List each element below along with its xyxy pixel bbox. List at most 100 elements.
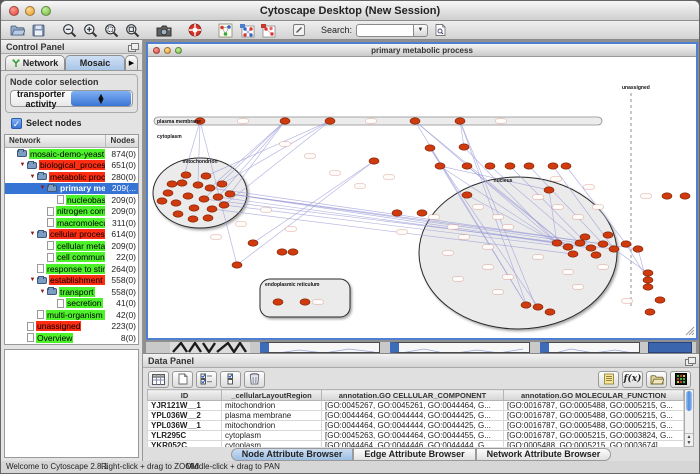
tree-row[interactable]: nitrogen compou209(0)	[5, 206, 138, 218]
tree-row[interactable]: Overview8(0)	[5, 332, 138, 344]
tree-expander-icon[interactable]: ▼	[28, 231, 37, 237]
tree-row[interactable]: secretion41(0)	[5, 298, 138, 310]
tree-column-nodes[interactable]: Nodes	[106, 135, 138, 147]
network-node[interactable]	[552, 240, 562, 246]
network-node[interactable]	[173, 211, 183, 217]
network-node[interactable]	[300, 299, 310, 305]
snapshot-icon[interactable]	[155, 22, 172, 38]
select-attributes-icon[interactable]	[196, 371, 217, 388]
delete-attribute-icon[interactable]	[244, 371, 265, 388]
tree-row[interactable]: unassigned223(0)	[5, 321, 138, 333]
network-node[interactable]	[643, 270, 653, 276]
network-node[interactable]	[417, 210, 427, 216]
network-node[interactable]	[609, 246, 619, 252]
table-cell[interactable]: [GO:0044464, GO:0044444, GO:0044425, G..…	[322, 411, 504, 421]
network-node[interactable]	[544, 187, 554, 193]
tab-node-attribute-browser[interactable]: Node Attribute Browser	[231, 448, 354, 461]
table-cell[interactable]: YJR121W__1	[148, 401, 222, 411]
table-cell[interactable]: [GO:0045267, GO:0045261, GO:0044464, G..…	[322, 401, 504, 411]
network-node[interactable]	[177, 180, 187, 186]
col-region[interactable]: _cellularLayoutRegion	[222, 390, 322, 401]
network-node[interactable]	[157, 198, 167, 204]
table-cell[interactable]: [GO:0045263, GO:0044464, GO:0044455, G..…	[322, 431, 504, 441]
tree-expander-icon[interactable]: ▼	[38, 289, 47, 295]
network-node[interactable]	[462, 192, 472, 198]
network-node[interactable]	[189, 205, 199, 211]
tree-column-network[interactable]: Network	[5, 135, 106, 147]
network-node[interactable]	[219, 202, 229, 208]
table-cell[interactable]: [GO:0016787, GO:0005215, GO:0003824, G..…	[504, 431, 684, 441]
scrollbar-thumb[interactable]	[686, 391, 692, 411]
network-node[interactable]	[680, 193, 690, 199]
matrix-icon[interactable]	[670, 371, 691, 388]
background-window-3[interactable]	[540, 342, 640, 353]
network-node[interactable]	[188, 216, 198, 222]
network-node[interactable]	[603, 232, 613, 238]
network-node[interactable]	[655, 297, 665, 303]
network-node[interactable]	[392, 210, 402, 216]
network-node[interactable]	[598, 241, 608, 247]
col-id[interactable]: ID	[148, 390, 222, 401]
network-node[interactable]	[591, 252, 601, 258]
network-node[interactable]	[205, 185, 215, 191]
network-node[interactable]	[207, 206, 217, 212]
network-node[interactable]	[213, 194, 223, 200]
network-node[interactable]	[545, 309, 555, 315]
tree-row[interactable]: multi-organism pro42(0)	[5, 309, 138, 321]
save-icon[interactable]	[30, 22, 47, 38]
col-cellular-component[interactable]: annotation.GO CELLULAR_COMPONENT	[322, 390, 504, 401]
network-node[interactable]	[201, 173, 211, 179]
tab-mosaic[interactable]: Mosaic	[65, 55, 125, 70]
table-cell[interactable]: [GO:0044464, GO:0044444, GO:0044425, G..…	[322, 421, 504, 431]
table-row[interactable]: YJR121W__1mitochondrion[GO:0045267, GO:0…	[148, 401, 684, 411]
tab-edge-attribute-browser[interactable]: Edge Attribute Browser	[353, 448, 475, 461]
network-frame-titlebar[interactable]: primary metabolic process	[148, 44, 696, 57]
float-panel-icon[interactable]	[685, 357, 694, 365]
network-node[interactable]	[181, 172, 191, 178]
network-node[interactable]	[505, 163, 515, 169]
table-cell[interactable]: YLR295C	[148, 431, 222, 441]
network-edge[interactable]	[210, 121, 285, 188]
network-edit-icon[interactable]	[238, 22, 255, 38]
network-node[interactable]	[203, 215, 213, 221]
import-attributes-icon[interactable]	[598, 371, 619, 388]
zoom-out-icon[interactable]	[61, 22, 78, 38]
tab-network-attribute-browser[interactable]: Network Attribute Browser	[476, 448, 612, 461]
network-edge[interactable]	[206, 121, 330, 176]
select-nodes-checkbox[interactable]: ✓	[11, 118, 22, 129]
network-node[interactable]	[575, 240, 585, 246]
tree-expander-icon[interactable]: ▼	[28, 277, 37, 283]
new-attribute-icon[interactable]	[172, 371, 193, 388]
network-node[interactable]	[273, 299, 283, 305]
table-cell[interactable]: [GO:0016787, GO:0005488, GO:0005215, G..…	[504, 411, 684, 421]
network-node[interactable]	[563, 244, 573, 250]
table-scrollbar[interactable]: ▲▼	[684, 389, 694, 447]
table-cell[interactable]: cytoplasm	[222, 431, 322, 441]
open-icon[interactable]	[9, 22, 26, 38]
network-edge[interactable]	[230, 121, 285, 194]
help-icon[interactable]	[186, 22, 203, 38]
network-edge[interactable]	[237, 161, 374, 265]
network-node[interactable]	[167, 181, 177, 187]
network-node[interactable]	[548, 163, 558, 169]
network-node[interactable]	[621, 241, 631, 247]
network-node[interactable]	[561, 163, 571, 169]
network-edge[interactable]	[218, 121, 285, 197]
table-cell[interactable]: plasma membrane	[222, 411, 322, 421]
node-color-dropdown[interactable]: transporter activity ▲▼	[10, 90, 133, 107]
load-attributes-icon[interactable]	[646, 371, 667, 388]
tree-row[interactable]: nucleobase-209(0)	[5, 194, 138, 206]
tab-network[interactable]: Network	[5, 55, 65, 70]
zoom-in-icon[interactable]	[82, 22, 99, 38]
background-window-4[interactable]	[648, 342, 692, 353]
network-node[interactable]	[277, 249, 287, 255]
tree-row[interactable]: ▼metabolic process280(0)	[5, 171, 138, 183]
tree-row[interactable]: mosaic-demo-yeast874(0)	[5, 148, 138, 160]
network-node[interactable]	[455, 118, 465, 124]
table-cell[interactable]: [GO:0016787, GO:0005488, GO:0005215, G..…	[504, 401, 684, 411]
network-node[interactable]	[288, 249, 298, 255]
search-dropdown-icon[interactable]: ▼	[414, 24, 428, 37]
tree-row[interactable]: response to stimulu264(0)	[5, 263, 138, 275]
table-cell[interactable]: mitochondrion	[222, 421, 322, 431]
network-node[interactable]	[171, 200, 181, 206]
